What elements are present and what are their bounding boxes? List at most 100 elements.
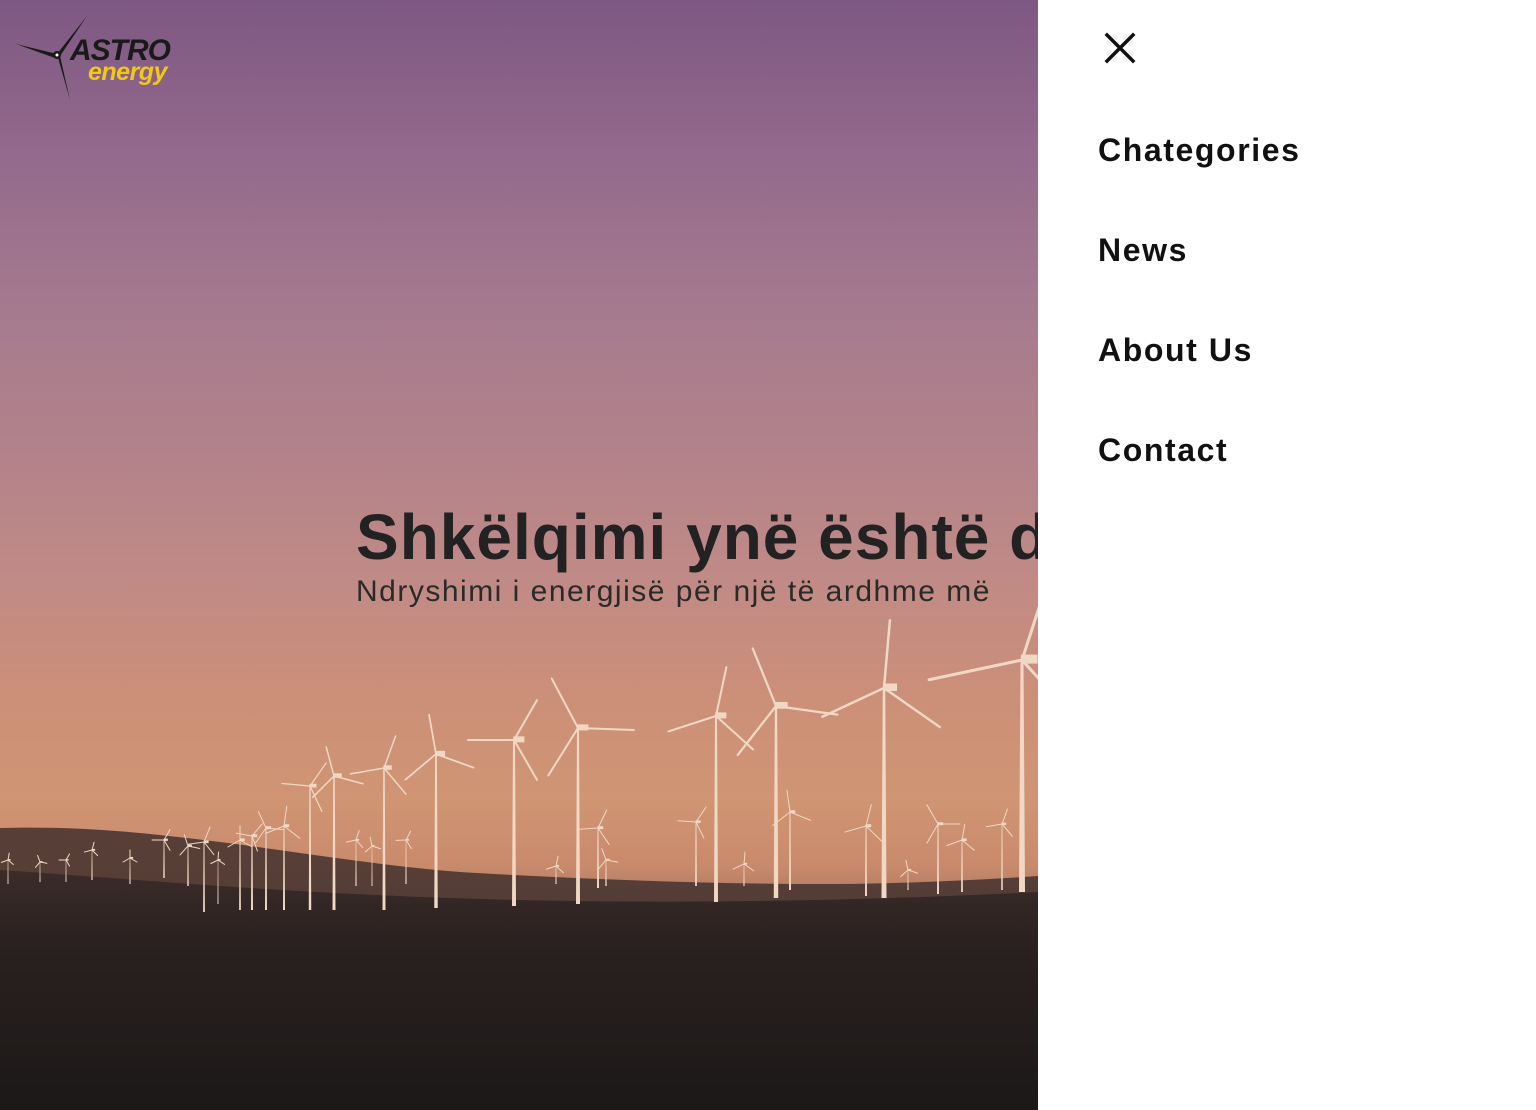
- turbine-tower: [308, 786, 312, 910]
- turbine-blade: [743, 863, 755, 872]
- turbine-blade: [597, 809, 608, 829]
- turbine-tower: [881, 688, 887, 898]
- turbine-tower: [283, 826, 285, 910]
- turbine-blade: [550, 677, 579, 729]
- turbine-blade: [743, 851, 746, 865]
- turbine-blade: [695, 821, 705, 839]
- turbine-blade: [865, 804, 872, 827]
- turbine-tower: [865, 826, 867, 896]
- turbine-blade: [405, 830, 412, 841]
- menu-item-news[interactable]: News: [1098, 228, 1301, 328]
- turbine-blade: [736, 704, 778, 756]
- turbine-blade: [605, 859, 619, 863]
- turbine-blade: [946, 839, 963, 846]
- turbine-blade: [371, 845, 382, 850]
- turbine-blade: [405, 839, 412, 849]
- turbine-tower: [405, 840, 407, 884]
- turbine-blade: [545, 865, 557, 870]
- turbine-tower: [714, 716, 718, 902]
- turbine-blade: [203, 826, 211, 843]
- turbine-blade: [667, 715, 717, 733]
- turbine-blade: [428, 713, 437, 755]
- menu-item-contact[interactable]: Contact: [1098, 428, 1301, 528]
- turbine-blade: [283, 825, 301, 839]
- turbine-blade: [751, 647, 778, 708]
- turbine-blade: [601, 848, 607, 861]
- turbine-blade: [1020, 658, 1038, 681]
- turbine-blade: [364, 845, 373, 853]
- turbine-tower: [371, 846, 373, 886]
- logo-text-energy: energy: [88, 58, 167, 86]
- turbine-tower: [576, 728, 580, 904]
- turbine-tower: [789, 812, 791, 890]
- turbine-blade: [349, 767, 385, 775]
- turbine-blade: [926, 823, 939, 844]
- turbine-tower: [907, 870, 909, 890]
- turbine-blade: [844, 825, 867, 833]
- turbine-blade: [309, 762, 327, 787]
- turbine-blade: [217, 851, 220, 861]
- turbine-tower: [773, 706, 779, 898]
- turbine-tower: [743, 864, 745, 886]
- turbine-tower: [1019, 660, 1025, 892]
- turbine-blade: [283, 805, 288, 827]
- turbine-tower: [961, 840, 963, 892]
- hero-text-block: Shkëlqimi ynë është di Ndryshimi i energ…: [356, 504, 1038, 610]
- menu-list: Chategories News About Us Contact: [1098, 128, 1301, 528]
- menu-item-categories[interactable]: Chategories: [1098, 128, 1301, 228]
- turbine-blade: [404, 753, 437, 781]
- page: ASTRO energy Shkëlqimi ynë është di Ndry…: [0, 0, 1536, 1110]
- turbine-blade: [789, 811, 811, 821]
- menu-item-about-us[interactable]: About Us: [1098, 328, 1301, 428]
- turbine-tower: [695, 822, 697, 886]
- turbine-blade: [732, 863, 745, 870]
- turbine-blade: [961, 839, 975, 851]
- hero-subtitle: Ndryshimi i energjisë për një të ardhme …: [356, 575, 991, 608]
- turbine-tower: [1001, 824, 1003, 890]
- turbine-blade: [715, 715, 755, 751]
- turbine-blade: [985, 823, 1003, 828]
- turbine-blade: [383, 735, 397, 769]
- turbine-blade: [677, 820, 697, 823]
- turbine-blade: [513, 699, 538, 741]
- turbine-tower: [434, 754, 438, 908]
- turbine-blade: [821, 686, 886, 718]
- turbine-blade: [333, 775, 364, 785]
- turbine-blade: [345, 839, 357, 843]
- turbine-blade: [577, 827, 599, 830]
- turbine-blade: [597, 859, 607, 870]
- turbine-blade: [513, 739, 538, 781]
- turbine-blade: [865, 825, 883, 842]
- turbine-blade: [383, 767, 407, 795]
- turbine-blade: [926, 804, 939, 825]
- turbine-tower: [332, 776, 336, 910]
- close-menu-button[interactable]: [1100, 28, 1142, 70]
- turbine-blade: [555, 865, 564, 874]
- turbine-blade: [435, 753, 475, 769]
- turbine-tower: [512, 740, 516, 906]
- turbine-blade: [251, 823, 263, 837]
- astro-energy-logo[interactable]: ASTRO energy: [14, 14, 174, 104]
- turbine-blade: [882, 619, 892, 690]
- turbine-blade: [325, 746, 335, 777]
- turbine-blade: [774, 704, 839, 716]
- turbine-blade: [355, 829, 360, 841]
- turbine-blade: [555, 855, 559, 867]
- turbine-blade: [905, 859, 909, 871]
- turbine-tower: [355, 840, 357, 886]
- turbine-blade: [1001, 808, 1008, 825]
- turbine-blade: [1001, 823, 1013, 837]
- turbine-tower: [555, 866, 557, 884]
- turbine-blade: [882, 686, 941, 729]
- turbine-blade: [900, 869, 909, 878]
- turbine-blade: [547, 727, 579, 777]
- turbine-blade: [927, 658, 1024, 682]
- hero-section: ASTRO energy Shkëlqimi ynë është di Ndry…: [0, 0, 1038, 1110]
- turbine-blade: [907, 869, 919, 874]
- side-menu-panel: Chategories News About Us Contact: [1038, 0, 1536, 1110]
- turbine-tower: [937, 824, 939, 894]
- turbine-blade: [786, 789, 791, 813]
- turbine-tower: [597, 828, 599, 888]
- turbine-tower: [382, 768, 386, 910]
- turbine-tower: [265, 828, 267, 910]
